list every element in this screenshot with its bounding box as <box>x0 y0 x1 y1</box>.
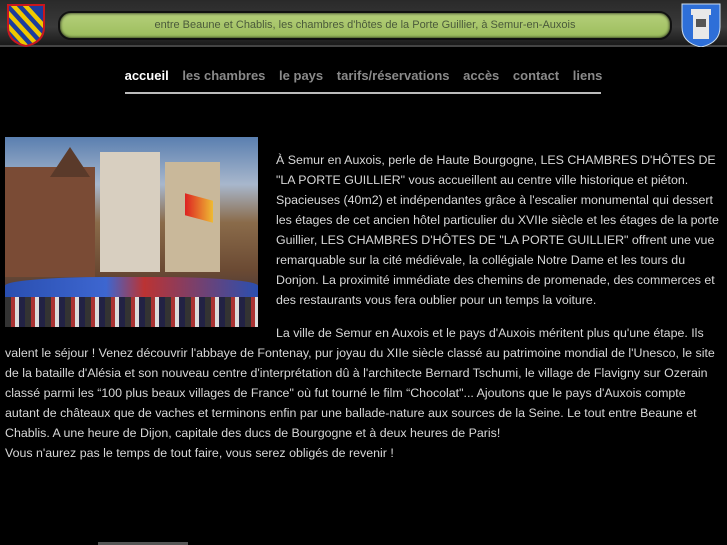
region-paragraph: La ville de Semur en Auxois et le pays d… <box>5 326 715 440</box>
site-header: entre Beaune et Chablis, les chambres d'… <box>0 0 727 47</box>
main-content: À Semur en Auxois, perle de Haute Bourgo… <box>5 137 721 463</box>
nav-accueil[interactable]: accueil <box>125 68 169 83</box>
nav-acces[interactable]: accès <box>463 68 499 83</box>
nav-tarifs-reservations[interactable]: tarifs/réservations <box>337 68 450 83</box>
burgundy-coat-of-arms-icon <box>7 4 45 47</box>
nav-le-pays[interactable]: le pays <box>279 68 323 83</box>
semur-market-photo <box>5 137 258 327</box>
nav-liens[interactable]: liens <box>573 68 603 83</box>
semur-coat-of-arms-icon <box>681 3 721 47</box>
tagline-banner: entre Beaune et Chablis, les chambres d'… <box>58 11 672 40</box>
nav-les-chambres[interactable]: les chambres <box>182 68 265 83</box>
nav-contact[interactable]: contact <box>513 68 559 83</box>
closing-line: Vous n'aurez pas le temps de tout faire,… <box>5 446 394 460</box>
main-nav: accueil les chambres le pays tarifs/rése… <box>0 68 727 83</box>
nav-divider <box>125 92 601 94</box>
